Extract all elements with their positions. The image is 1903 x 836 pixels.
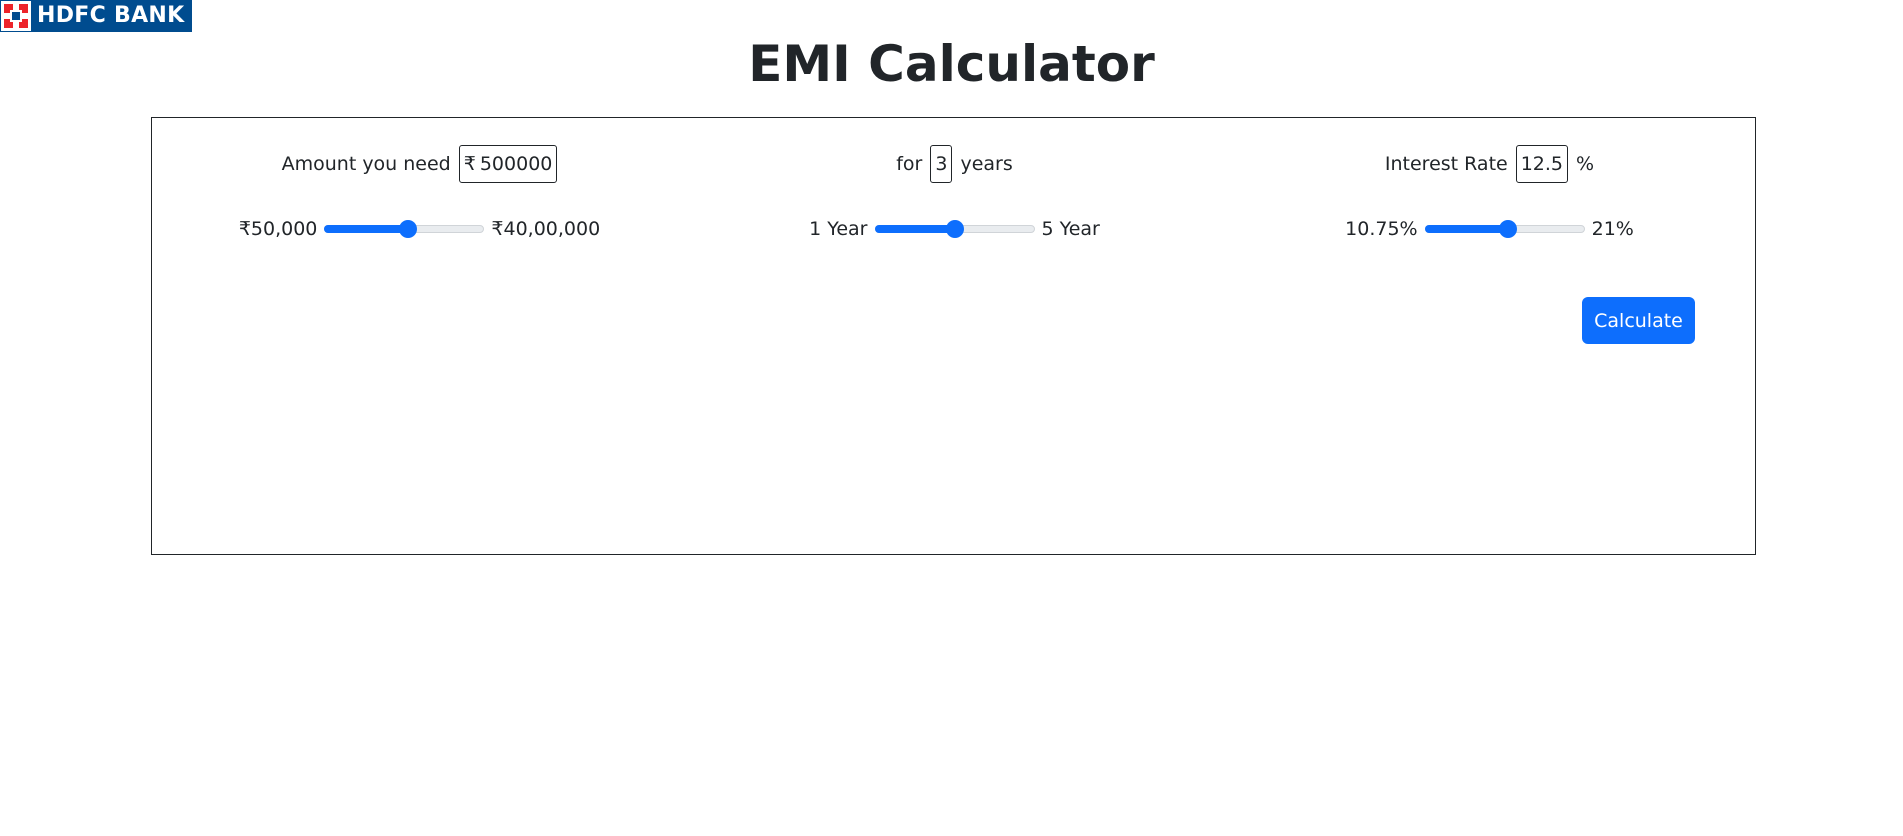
slider-fill: [324, 225, 408, 233]
amount-value: 500000: [479, 153, 553, 175]
interest-max-label: 21%: [1591, 218, 1634, 240]
tenure-group: for 3 years 1 Year 5 Year: [687, 118, 1222, 378]
amount-max-label: ₹40,00,000: [491, 218, 601, 240]
emi-calculator-panel: Amount you need ₹ 500000 ₹50,000 ₹40,00,…: [151, 117, 1756, 555]
interest-suffix-label: %: [1576, 153, 1595, 175]
logo-text: HDFC BANK: [37, 3, 185, 28]
slider-thumb[interactable]: [945, 220, 964, 238]
tenure-min-label: 1 Year: [809, 218, 868, 240]
tenure-range-row: 1 Year 5 Year: [687, 218, 1222, 240]
interest-min-label: 10.75%: [1345, 218, 1418, 240]
amount-range-row: ₹50,000 ₹40,00,000: [152, 218, 687, 240]
slider-thumb[interactable]: [398, 220, 417, 238]
tenure-suffix-label: years: [960, 153, 1013, 175]
interest-slider[interactable]: [1424, 219, 1585, 239]
slider-fill: [1424, 225, 1508, 233]
slider-thumb[interactable]: [1498, 220, 1517, 238]
rupee-symbol: ₹: [463, 153, 476, 175]
amount-label: Amount you need: [281, 153, 451, 175]
amount-input-row: Amount you need ₹ 500000: [152, 145, 687, 183]
interest-value: 12.5: [1520, 153, 1564, 175]
interest-range-row: 10.75% 21%: [1222, 218, 1757, 240]
amount-slider[interactable]: [324, 219, 485, 239]
tenure-value: 3: [935, 153, 948, 175]
amount-min-label: ₹50,000: [238, 218, 318, 240]
interest-input-row: Interest Rate 12.5 %: [1222, 145, 1757, 183]
interest-label: Interest Rate: [1384, 153, 1508, 175]
tenure-input-row: for 3 years: [687, 145, 1222, 183]
amount-group: Amount you need ₹ 500000 ₹50,000 ₹40,00,…: [152, 118, 687, 378]
hdfc-logo-icon: [1, 1, 31, 31]
tenure-prefix-label: for: [896, 153, 923, 175]
amount-input[interactable]: ₹ 500000: [458, 145, 558, 183]
tenure-input[interactable]: 3: [930, 145, 953, 183]
tenure-max-label: 5 Year: [1041, 218, 1100, 240]
interest-input[interactable]: 12.5: [1515, 145, 1569, 183]
calculate-button[interactable]: Calculate: [1582, 297, 1695, 344]
page-title: EMI Calculator: [748, 35, 1155, 93]
hdfc-bank-logo: HDFC BANK: [0, 0, 192, 32]
tenure-slider[interactable]: [874, 219, 1035, 239]
slider-fill: [874, 225, 955, 233]
